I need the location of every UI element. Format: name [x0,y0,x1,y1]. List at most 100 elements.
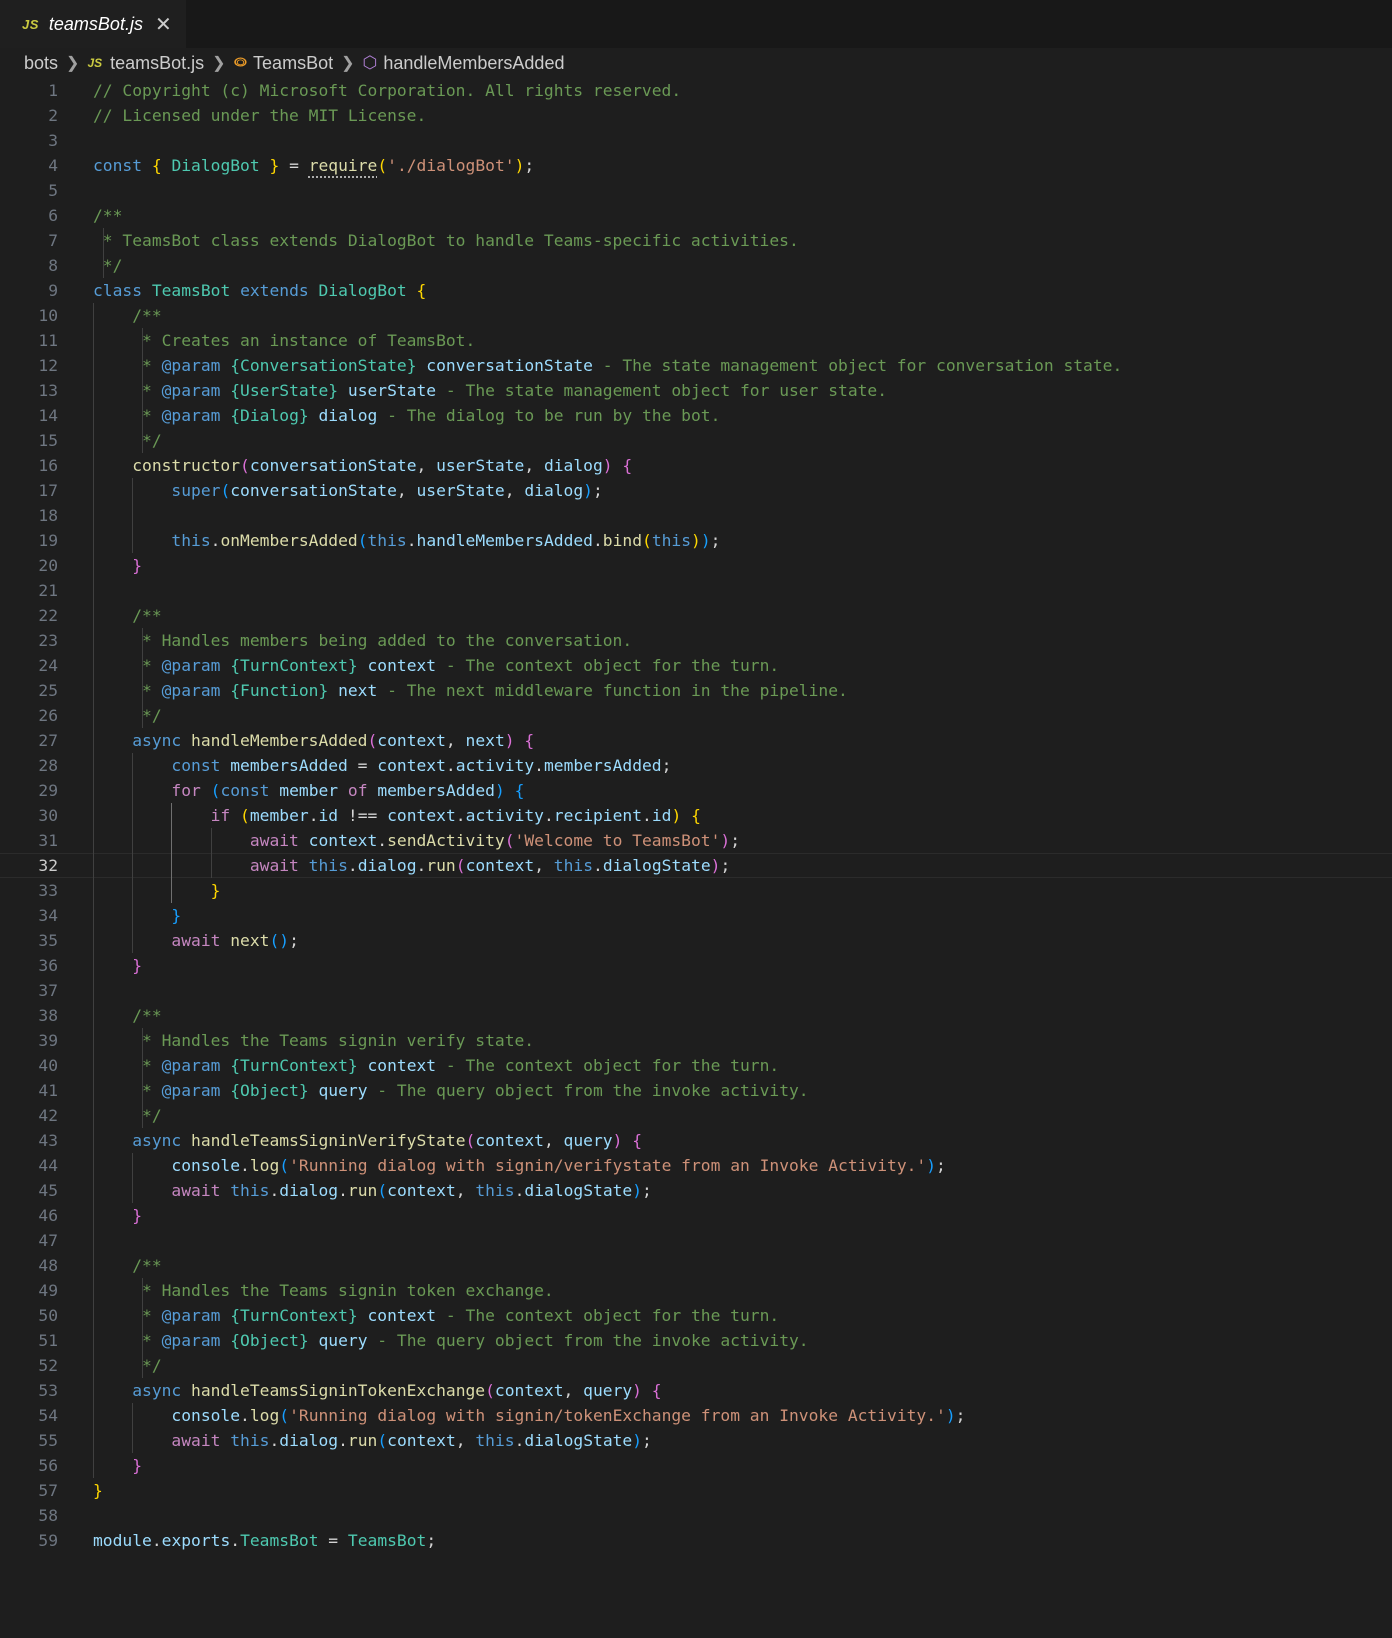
code-line[interactable]: 46 } [0,1203,1392,1228]
code-line[interactable]: 12 * @param {ConversationState} conversa… [0,353,1392,378]
code-line[interactable]: 33 } [0,878,1392,903]
code-line[interactable]: 18 [0,503,1392,528]
breadcrumb-folder[interactable]: bots [24,53,58,74]
code-line[interactable]: 37 [0,978,1392,1003]
code-token: */ [93,706,162,725]
code-line[interactable]: 23 * Handles members being added to the … [0,628,1392,653]
code-line[interactable]: 29 for (const member of membersAdded) { [0,778,1392,803]
line-number: 38 [38,1006,58,1025]
code-token: userState [347,381,437,400]
code-token: ) [632,1381,642,1400]
code-line[interactable]: 15 */ [0,428,1392,453]
code-token: context [387,1431,456,1450]
code-line[interactable]: 3 [0,128,1392,153]
code-line[interactable]: 7 * TeamsBot class extends DialogBot to … [0,228,1392,253]
code-line[interactable]: 13 * @param {UserState} userState - The … [0,378,1392,403]
code-line[interactable]: 17 super(conversationState, userState, d… [0,478,1392,503]
code-line[interactable]: 42 */ [0,1103,1392,1128]
code-token: TeamsBot [347,1531,427,1550]
code-line[interactable]: 59 module.exports.TeamsBot = TeamsBot; [0,1528,1392,1553]
code-token: handleTeamsSigninVerifyState [191,1131,466,1150]
code-line[interactable]: 32 await this.dialog.run(context, this.d… [0,853,1392,878]
code-line[interactable]: 49 * Handles the Teams signin token exch… [0,1278,1392,1303]
code-line[interactable]: 30 if (member.id !== context.activity.re… [0,803,1392,828]
line-number: 26 [38,706,58,725]
code-token: } [93,1481,103,1500]
code-line[interactable]: 11 * Creates an instance of TeamsBot. [0,328,1392,353]
code-token: - The state management object for conver… [592,356,1123,375]
close-icon[interactable]: ✕ [155,12,172,37]
code-line[interactable]: 34 } [0,903,1392,928]
code-line[interactable]: 20 } [0,553,1392,578]
code-token: next [230,931,270,950]
code-line[interactable]: 40 * @param {TurnContext} context - The … [0,1053,1392,1078]
code-line[interactable]: 1 // Copyright (c) Microsoft Corporation.… [0,78,1392,103]
tab-teamsbot-js[interactable]: JS teamsBot.js ✕ [0,0,186,48]
code-line[interactable]: 50 * @param {TurnContext} context - The … [0,1303,1392,1328]
code-line[interactable]: 38 /** [0,1003,1392,1028]
code-line[interactable]: 21 [0,578,1392,603]
code-token: dialog [543,456,603,475]
code-line[interactable]: 35 await next(); [0,928,1392,953]
code-line[interactable]: 43 async handleTeamsSigninVerifyState(co… [0,1128,1392,1153]
code-line[interactable]: 16 constructor(conversationState, userSt… [0,453,1392,478]
breadcrumb-file[interactable]: JS teamsBot.js [87,53,204,74]
code-token: constructor [93,456,241,475]
javascript-file-icon: JS [22,16,39,32]
code-token: exports [161,1531,231,1550]
code-content: await context.sendActivity('Welcome to T… [93,828,740,853]
code-content: module.exports.TeamsBot = TeamsBot; [93,1528,436,1553]
code-line[interactable]: 27 async handleMembersAdded(context, nex… [0,728,1392,753]
code-line[interactable]: 36 } [0,953,1392,978]
code-line[interactable]: 19 this.onMembersAdded(this.handleMember… [0,528,1392,553]
code-line[interactable]: 56 } [0,1453,1392,1478]
code-line[interactable]: 10 /** [0,303,1392,328]
breadcrumb-method[interactable]: ⬡ handleMembersAdded [363,53,565,74]
code-line[interactable]: 52 */ [0,1353,1392,1378]
code-line[interactable]: 47 [0,1228,1392,1253]
code-line[interactable]: 24 * @param {TurnContext} context - The … [0,653,1392,678]
code-token: ) [671,806,682,825]
code-token: member [249,806,309,825]
code-line[interactable]: 57} [0,1478,1392,1503]
code-token: } [93,881,221,900]
code-line[interactable]: 55 await this.dialog.run(context, this.d… [0,1428,1392,1453]
code-token: './dialogBot' [387,156,515,175]
line-number: 32 [38,856,58,875]
code-token: . [308,806,319,825]
code-line[interactable]: 53 async handleTeamsSigninTokenExchange(… [0,1378,1392,1403]
code-line[interactable]: 54 console.log('Running dialog with sign… [0,1403,1392,1428]
code-line[interactable]: 6 /** [0,203,1392,228]
line-number: 40 [38,1056,58,1075]
code-token: context [475,1131,544,1150]
code-line[interactable]: 45 await this.dialog.run(context, this.d… [0,1178,1392,1203]
code-line[interactable]: 44 console.log('Running dialog with sign… [0,1153,1392,1178]
code-line[interactable]: 58 [0,1503,1392,1528]
code-editor[interactable]: 1 // Copyright (c) Microsoft Corporation.… [0,78,1392,1553]
code-line[interactable]: 25 * @param {Function} next - The next m… [0,678,1392,703]
code-line[interactable]: 14 * @param {Dialog} dialog - The dialog… [0,403,1392,428]
code-line[interactable]: 9 class TeamsBot extends DialogBot { [0,278,1392,303]
code-token: run [347,1181,378,1200]
code-line[interactable]: 22 /** [0,603,1392,628]
breadcrumb-class[interactable]: ⭖ TeamsBot [234,53,334,74]
tab-bar: JS teamsBot.js ✕ [0,0,1392,48]
code-line[interactable]: 28 const membersAdded = context.activity… [0,753,1392,778]
code-line[interactable]: 26 */ [0,703,1392,728]
code-token: dialog [524,481,584,500]
code-line[interactable]: 8 */ [0,253,1392,278]
code-line[interactable]: 51 * @param {Object} query - The query o… [0,1328,1392,1353]
code-line[interactable]: 31 await context.sendActivity('Welcome t… [0,828,1392,853]
code-line[interactable]: 4 const { DialogBot } = require('./dialog… [0,153,1392,178]
code-line[interactable]: 5 [0,178,1392,203]
breadcrumb-class-label: TeamsBot [253,52,334,73]
code-token: @param [161,1056,231,1075]
code-line[interactable]: 41 * @param {Object} query - The query o… [0,1078,1392,1103]
line-number: 2 [48,106,58,125]
code-line[interactable]: 48 /** [0,1253,1392,1278]
code-token: this [475,1181,515,1200]
code-content: */ [93,253,123,278]
line-number: 53 [38,1381,58,1400]
code-line[interactable]: 2 // Licensed under the MIT License. [0,103,1392,128]
code-line[interactable]: 39 * Handles the Teams signin verify sta… [0,1028,1392,1053]
